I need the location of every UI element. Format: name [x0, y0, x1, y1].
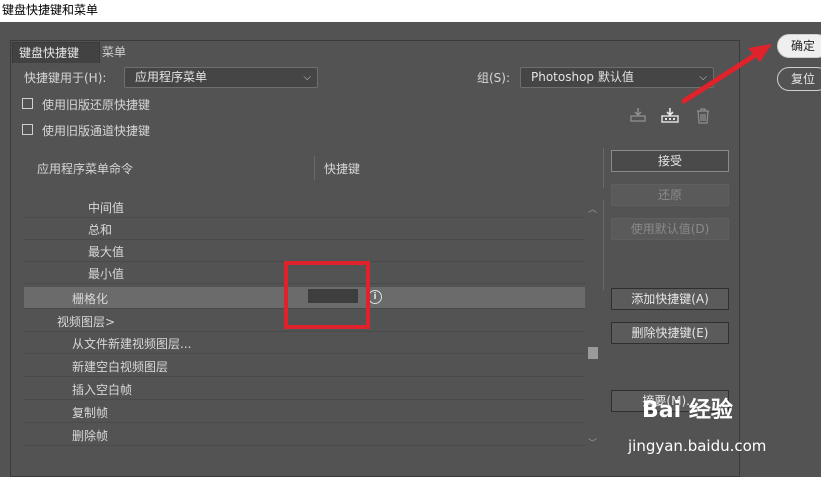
title-bar: 键盘快捷键和菜单 [0, 0, 821, 22]
watermark-url: jingyan.baidu.com [628, 437, 767, 455]
list-item-label: 栅格化 [72, 292, 109, 306]
chevron-down-icon: ⌵ [699, 72, 707, 83]
group-value: Photoshop 默认值 [531, 70, 634, 84]
annotation-highlight-box [284, 261, 370, 329]
list-header: 应用程序菜单命令 快捷键 [24, 146, 584, 190]
shortcut-column-header: 快捷键 [324, 162, 361, 176]
list-item[interactable]: 删除帧 [24, 424, 585, 446]
list-item[interactable]: 复制帧 [24, 401, 585, 423]
list-item-label: 中间值 [88, 201, 125, 215]
tab-keyboard-shortcuts[interactable]: 键盘快捷键 [12, 42, 100, 63]
save-set-icon[interactable] [628, 107, 648, 127]
ok-button[interactable]: 确定 [777, 34, 821, 58]
divider [603, 200, 604, 290]
undo-button[interactable]: 还原 [611, 184, 729, 206]
reset-button[interactable]: 复位 [777, 67, 821, 91]
command-column-header: 应用程序菜单命令 [37, 162, 134, 176]
save-as-set-icon[interactable] [660, 107, 680, 127]
tab-menus[interactable]: 菜单 [96, 42, 132, 62]
trash-icon[interactable] [693, 107, 713, 127]
list-item[interactable]: 新建空白视频图层 [24, 355, 585, 377]
list-item-label: 插入空白帧 [72, 383, 133, 397]
list-item[interactable]: 从文件新建视频图层... [24, 332, 585, 354]
column-divider [314, 156, 315, 180]
legacy-undo-label: 使用旧版还原快捷键 [42, 98, 151, 112]
use-default-button[interactable]: 使用默认值(D) [611, 218, 729, 240]
group-label: 组(S): [477, 71, 511, 85]
scroll-up-icon[interactable]: ︿ [588, 202, 597, 215]
list-item-label: 从文件新建视频图层... [72, 337, 192, 351]
shortcuts-for-value: 应用程序菜单 [135, 70, 208, 84]
scroll-thumb[interactable] [588, 347, 598, 359]
list-item-label: 删除帧 [72, 429, 109, 443]
list-item[interactable]: 中间值 [24, 196, 585, 218]
list-item[interactable]: 总和 [24, 218, 585, 240]
shortcuts-for-label: 快捷键用于(H): [24, 71, 107, 85]
list-item[interactable]: 插入空白帧 [24, 378, 585, 400]
command-list: 中间值 总和 最大值 最小值 栅格化 视频图层> 从文件新建视频图层... 新建… [24, 196, 585, 475]
list-item-label: 最大值 [88, 245, 125, 259]
group-select[interactable]: Photoshop 默认值 ⌵ [520, 67, 714, 88]
legacy-undo-checkbox[interactable] [22, 98, 33, 109]
watermark-brand: Bai 经验 [642, 398, 733, 423]
scroll-down-icon[interactable]: ﹀ [588, 436, 597, 449]
delete-shortcut-button[interactable]: 删除快捷键(E) [611, 322, 729, 344]
list-scrollbar[interactable]: ︿ ﹀ [586, 200, 600, 452]
list-item-label: 新建空白视频图层 [72, 360, 169, 374]
list-item-label: 视频图层> [57, 315, 116, 329]
accept-button[interactable]: 接受 [611, 150, 729, 172]
legacy-channel-label: 使用旧版通道快捷键 [42, 124, 151, 138]
divider [603, 148, 604, 188]
shortcuts-for-select[interactable]: 应用程序菜单 ⌵ [124, 67, 318, 88]
list-item-label: 总和 [88, 223, 113, 237]
window-title: 键盘快捷键和菜单 [2, 3, 99, 17]
info-icon[interactable]: i [368, 290, 382, 304]
legacy-channel-checkbox[interactable] [22, 124, 33, 135]
list-item-label: 最小值 [88, 267, 125, 281]
chevron-down-icon: ⌵ [303, 72, 311, 83]
add-shortcut-button[interactable]: 添加快捷键(A) [611, 288, 729, 310]
list-item-label: 复制帧 [72, 406, 109, 420]
list-item[interactable]: 最大值 [24, 240, 585, 262]
